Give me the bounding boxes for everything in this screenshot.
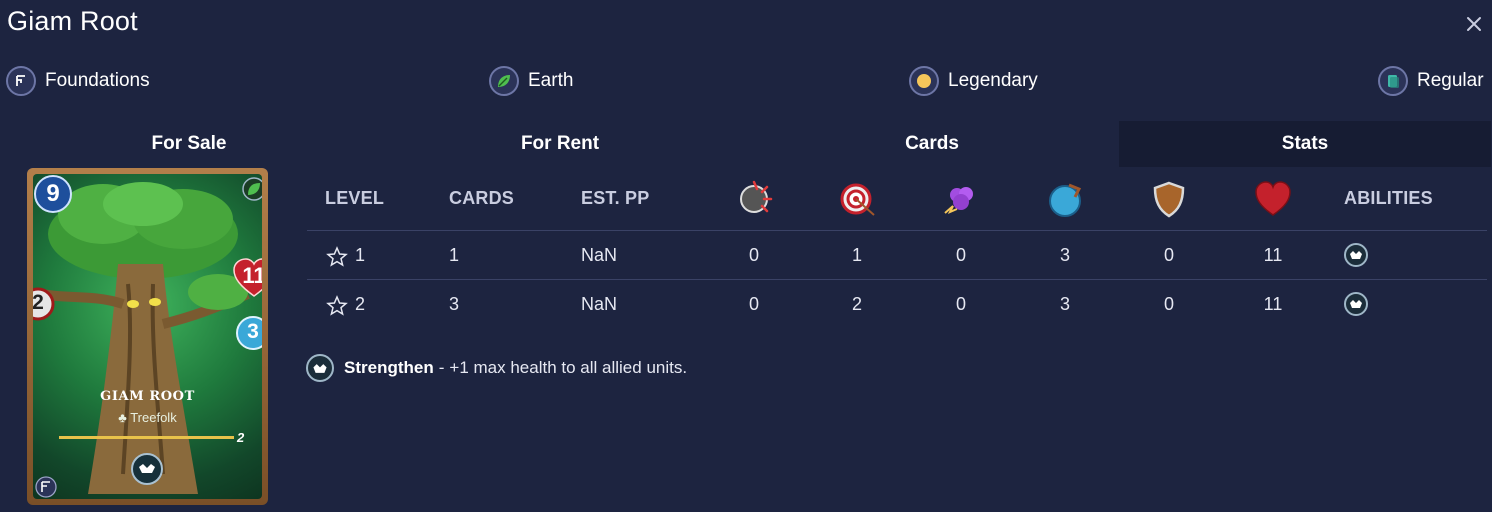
table-divider (307, 230, 1487, 231)
ability-text: +1 max health to all allied units. (449, 358, 688, 377)
card-title: Giam Root (7, 6, 138, 36)
rarity-label: Legendary (948, 70, 1038, 91)
level-progress-bar (59, 436, 234, 439)
star-icon[interactable] (326, 295, 348, 317)
row-health: 11 (1263, 245, 1283, 265)
tab-cards[interactable]: Cards (746, 121, 1118, 167)
treefolk-icon: ♣ (118, 410, 131, 425)
row-speed: 3 (1059, 294, 1070, 314)
row-est-pp: NaN (581, 294, 618, 314)
row-armor: 0 (1163, 245, 1174, 265)
table-divider (307, 279, 1487, 280)
row-level: 1 (355, 245, 366, 265)
row-magic: 0 (955, 245, 966, 265)
row-cards: 3 (449, 294, 460, 314)
row-health: 11 (1263, 294, 1283, 314)
speed-value: 3 (247, 320, 259, 343)
health-value: 11 (242, 263, 262, 288)
row-melee: 0 (748, 294, 759, 314)
card-art-type: ♣ Treefolk (33, 410, 262, 425)
armor-icon (1153, 181, 1185, 218)
ability-description: Strengthen - +1 max health to all allied… (306, 354, 687, 382)
legendary-rarity-icon (909, 66, 939, 96)
mana-value: 9 (46, 180, 60, 207)
row-melee: 0 (748, 245, 759, 265)
edition-label: Foundations (45, 70, 150, 91)
earth-leaf-icon (489, 66, 519, 96)
row-est-pp: NaN (581, 245, 618, 265)
tab-for-sale[interactable]: For Sale (3, 121, 375, 167)
tab-for-rent[interactable]: For Rent (374, 121, 746, 167)
health-icon (1255, 181, 1291, 216)
header-est-pp: EST. PP (581, 188, 650, 208)
strengthen-ability-icon[interactable] (1344, 292, 1368, 316)
tab-bar: For Sale For Rent Cards Stats (0, 121, 1492, 167)
strengthen-ability-badge-icon (131, 453, 163, 485)
foundations-edition-icon (6, 66, 36, 96)
foil-info: Regular (1378, 66, 1484, 96)
edition-badge-icon (35, 476, 57, 498)
header-cards: CARDS (449, 188, 515, 208)
element-label: Earth (528, 70, 574, 91)
row-speed: 3 (1059, 245, 1070, 265)
tab-stats[interactable]: Stats (1119, 121, 1491, 167)
magic-attack-icon (944, 187, 973, 214)
card-image: 9 11 2 3 GIAM ROOT ♣ Treefolk 2 (27, 168, 268, 505)
row-level: 2 (355, 294, 366, 314)
card-art-type-label: Treefolk (130, 410, 177, 425)
edition-info: Foundations (6, 66, 150, 96)
header-abilities: ABILITIES (1344, 188, 1433, 208)
earth-element-badge-icon (242, 177, 262, 201)
rarity-info: Legendary (909, 66, 1038, 96)
row-armor: 0 (1163, 294, 1174, 314)
close-icon[interactable] (1462, 12, 1486, 36)
row-magic: 0 (955, 294, 966, 314)
melee-attack-icon (740, 180, 773, 213)
card-art-name: GIAM ROOT (100, 389, 195, 404)
element-info: Earth (489, 66, 573, 96)
regular-foil-card-icon (1378, 66, 1408, 96)
ranged-value: 2 (33, 291, 44, 314)
row-cards: 1 (449, 245, 460, 265)
ability-name: Strengthen (344, 358, 434, 377)
star-icon[interactable] (326, 246, 348, 268)
row-ranged: 2 (851, 294, 862, 314)
treefolk-illustration (41, 182, 250, 494)
header-level: LEVEL (325, 188, 385, 208)
speed-icon (1049, 183, 1082, 217)
row-ranged: 1 (851, 245, 862, 265)
strengthen-ability-icon[interactable] (1344, 243, 1368, 267)
ability-separator: - (438, 358, 445, 377)
ranged-attack-icon (840, 183, 875, 216)
strengthen-ability-icon (306, 354, 334, 382)
card-art-level: 2 (237, 430, 245, 445)
foil-label: Regular (1417, 70, 1484, 91)
